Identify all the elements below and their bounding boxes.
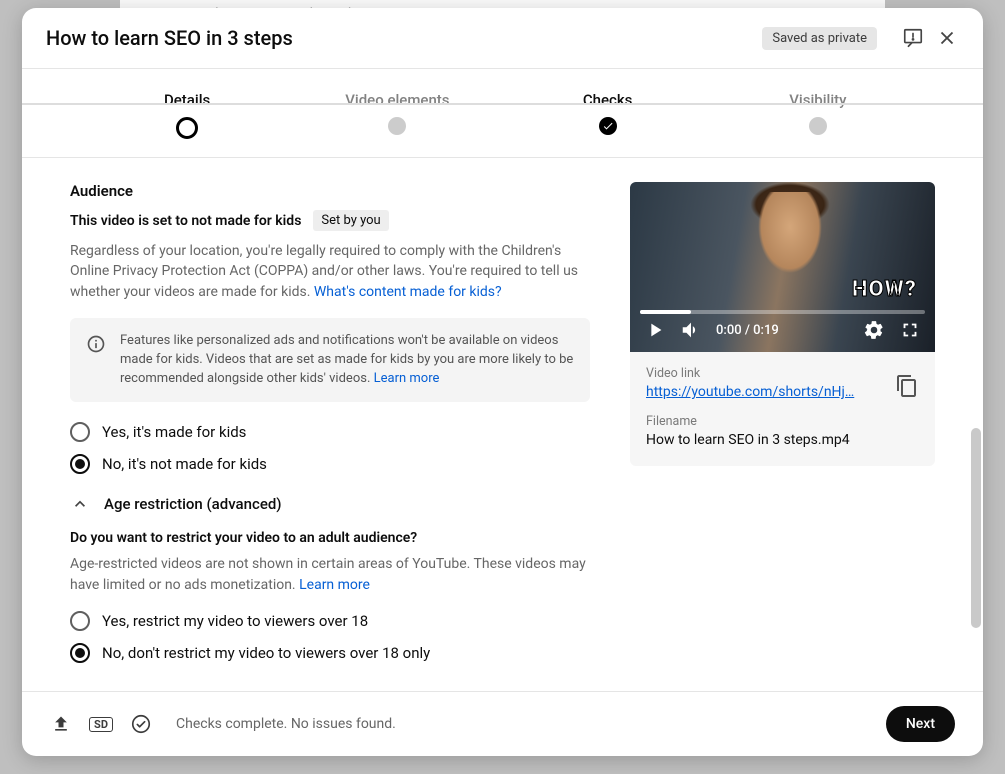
video-preview-card: HOW? 0:00 / 0:19 Video link <box>630 182 935 466</box>
fullscreen-icon[interactable] <box>899 319 921 341</box>
radio-label: No, it's not made for kids <box>102 455 267 473</box>
dialog-title: How to learn SEO in 3 steps <box>46 26 762 50</box>
audience-info-box: Features like personalized ads and notif… <box>70 318 590 403</box>
step-label-details: Details <box>82 91 292 109</box>
step-label-video-elements: Video elements <box>292 91 502 109</box>
age-learn-more-link[interactable]: Learn more <box>299 577 370 593</box>
stepper: Details Video elements Checks Visibility <box>22 69 983 158</box>
radio-made-for-kids-no[interactable]: No, it's not made for kids <box>70 454 590 474</box>
next-button[interactable]: Next <box>886 706 955 742</box>
filename-label: Filename <box>646 414 919 429</box>
info-learn-more-link[interactable]: Learn more <box>374 371 440 386</box>
radio-age-restrict-no[interactable]: No, don't restrict my video to viewers o… <box>70 643 590 663</box>
volume-icon[interactable] <box>680 319 702 341</box>
radio-icon <box>70 611 90 631</box>
filename-value: How to learn SEO in 3 steps.mp4 <box>646 432 919 448</box>
radio-age-restrict-yes[interactable]: Yes, restrict my video to viewers over 1… <box>70 611 590 631</box>
footer-status-text: Checks complete. No issues found. <box>176 716 868 732</box>
upload-status-icon[interactable] <box>50 713 72 735</box>
radio-icon <box>70 422 90 442</box>
audience-status-text: This video is set to not made for kids <box>70 213 301 229</box>
radio-label: Yes, restrict my video to viewers over 1… <box>102 612 368 630</box>
video-player[interactable]: HOW? 0:00 / 0:19 <box>630 182 935 352</box>
settings-icon[interactable] <box>863 319 885 341</box>
radio-label: Yes, it's made for kids <box>102 423 246 441</box>
feedback-icon[interactable] <box>901 26 925 50</box>
radio-icon <box>70 643 90 663</box>
step-label-visibility: Visibility <box>713 91 923 109</box>
audience-title: Audience <box>70 182 590 200</box>
step-label-checks: Checks <box>503 91 713 109</box>
step-checks[interactable]: Checks <box>503 91 713 135</box>
coppa-link[interactable]: What's content made for kids? <box>314 284 502 300</box>
radio-label: No, don't restrict my video to viewers o… <box>102 644 430 662</box>
checks-status-icon[interactable] <box>130 713 152 735</box>
set-by-chip: Set by you <box>313 210 388 231</box>
info-box-text: Features like personalized ads and notif… <box>120 333 573 386</box>
age-restriction-desc: Age-restricted videos are not shown in c… <box>70 554 590 595</box>
coppa-description: Regardless of your location, you're lega… <box>70 241 590 302</box>
age-restriction-label: Age restriction (advanced) <box>104 495 282 513</box>
dialog-body[interactable]: Audience This video is set to not made f… <box>22 158 983 691</box>
video-overlay-text: HOW? <box>852 277 917 302</box>
audience-status-line: This video is set to not made for kids S… <box>70 210 590 231</box>
step-visibility[interactable]: Visibility <box>713 91 923 135</box>
play-icon[interactable] <box>644 319 666 341</box>
video-link-value[interactable]: https://youtube.com/shorts/nHj… <box>646 384 883 400</box>
dialog-header: How to learn SEO in 3 steps Saved as pri… <box>22 8 983 69</box>
scrollbar-thumb[interactable] <box>971 428 981 628</box>
step-details[interactable]: Details <box>82 91 292 139</box>
step-video-elements[interactable]: Video elements <box>292 91 502 135</box>
saved-status-chip: Saved as private <box>762 27 877 50</box>
info-icon <box>86 334 106 354</box>
video-time: 0:00 / 0:19 <box>716 323 779 338</box>
age-restriction-toggle[interactable]: Age restriction (advanced) <box>70 494 590 514</box>
upload-dialog: How to learn SEO in 3 steps Saved as pri… <box>22 8 983 756</box>
radio-icon <box>70 454 90 474</box>
chevron-up-icon <box>70 494 90 514</box>
radio-made-for-kids-yes[interactable]: Yes, it's made for kids <box>70 422 590 442</box>
age-restriction-question: Do you want to restrict your video to an… <box>70 530 590 546</box>
dialog-footer: SD Checks complete. No issues found. Nex… <box>22 691 983 756</box>
sd-badge[interactable]: SD <box>90 713 112 735</box>
copy-icon[interactable] <box>895 374 919 398</box>
video-link-label: Video link <box>646 366 883 381</box>
close-icon[interactable] <box>935 26 959 50</box>
